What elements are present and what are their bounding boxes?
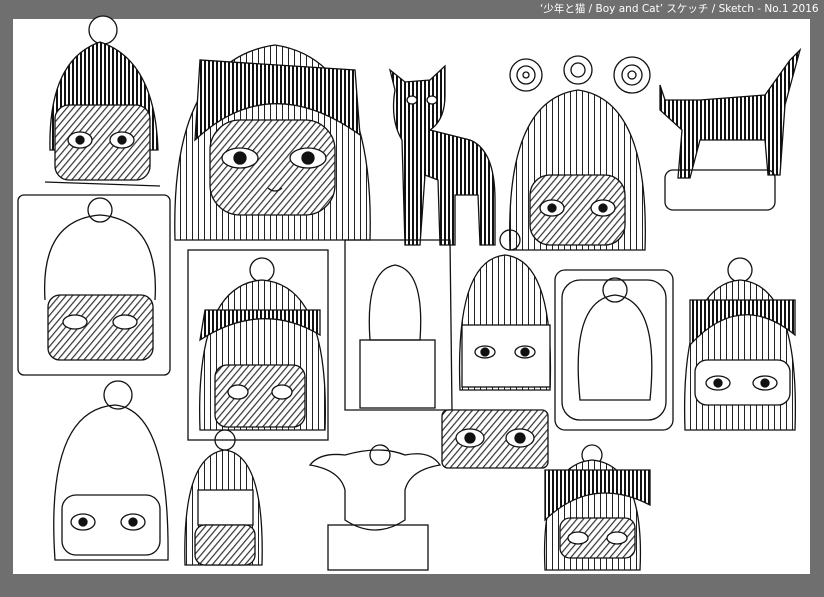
sketch-boy-4 bbox=[187, 249, 329, 441]
sketch-egg-shape bbox=[554, 269, 674, 431]
sketch-boy-2 bbox=[174, 44, 371, 241]
sketch-drawing bbox=[17, 15, 802, 571]
sketch-boy-5 bbox=[344, 239, 453, 411]
sketch-eyes-panel bbox=[441, 409, 549, 469]
sketch-girl-spirals bbox=[509, 55, 651, 251]
sketch-boy-cats bbox=[184, 429, 263, 566]
sketch-striped-cat bbox=[388, 64, 496, 246]
sketch-boy-6 bbox=[458, 229, 552, 391]
sketch-boy-8 bbox=[53, 380, 169, 561]
sketch-boy-3 bbox=[17, 194, 171, 376]
sketch-boy-1 bbox=[44, 15, 161, 187]
sketch-boy-9 bbox=[543, 444, 651, 571]
sketch-boy-7 bbox=[683, 257, 797, 431]
sketch-walking-cat bbox=[659, 47, 802, 211]
sketch-cow-head bbox=[308, 444, 442, 571]
